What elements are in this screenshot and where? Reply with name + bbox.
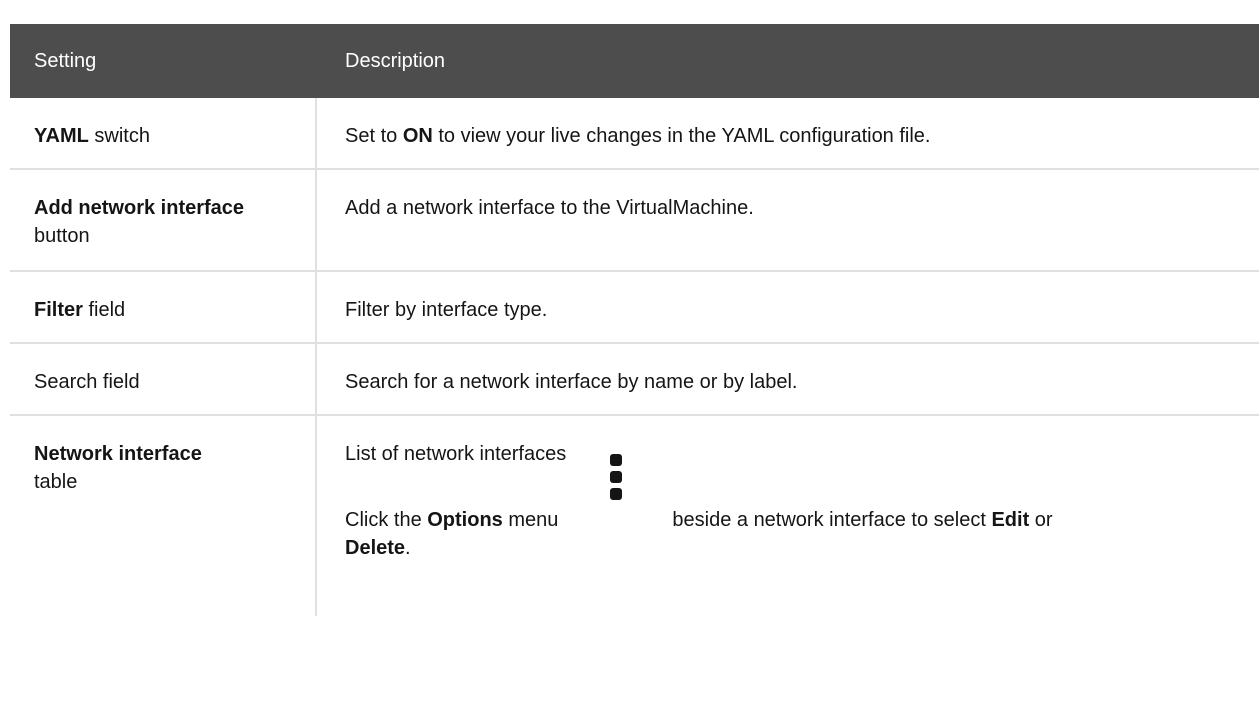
setting-suffix: switch [88,125,150,147]
setting-cell: Search field [10,344,317,414]
desc-text: . [405,537,411,559]
table-header: Setting Description [10,24,1259,98]
table-row: Search field Search for a network interf… [10,344,1259,416]
table-row: Add network interface button Add a netwo… [10,170,1259,272]
desc-line-start: Click the Options menu [345,506,558,534]
desc-text: beside a network interface to select [672,509,992,531]
setting-suffix: button [34,225,90,247]
description-cell: List of network interfaces Click the Opt… [317,416,1259,616]
desc-line-end: beside a network interface to select Edi… [672,506,1052,534]
setting-suffix: table [34,471,78,493]
setting-name: Network interface [34,443,202,465]
options-label: Options [427,509,503,531]
description-cell: Filter by interface type. [345,299,548,321]
desc-text: to view your live changes in the YAML co… [432,125,931,147]
setting-name: Filter [34,299,83,321]
description-cell: Search for a network interface by name o… [345,371,798,393]
description-cell: Add a network interface to the VirtualMa… [345,197,754,219]
header-setting: Setting [34,50,97,72]
delete-label: Delete [345,537,406,559]
setting-cell: Add network interface button [10,170,317,270]
description-cell: Set to ON to view your live changes in t… [317,98,1259,168]
desc-text: or [1029,509,1053,531]
setting-cell: Filter field [10,272,317,342]
setting-cell: YAML switch [10,98,317,168]
desc-text: Click the [345,509,428,531]
edit-label: Edit [991,509,1030,531]
table-row: Network interface table List of network … [10,416,1259,616]
kebab-icon [610,454,623,500]
header-description: Description [345,50,446,72]
settings-table: Setting Description YAML switch Set to O… [10,24,1259,616]
table-row: YAML switch Set to ON to view your live … [10,98,1259,170]
setting-name: Add network interface [34,197,245,219]
desc-text: Set to [345,125,403,147]
desc-text: menu [502,509,559,531]
setting-suffix: field [82,299,126,321]
setting-cell: Network interface table [10,416,317,616]
desc-line: List of network interfaces [345,443,567,465]
page: Setting Description YAML switch Set to O… [0,0,1259,711]
table-row: Filter field Filter by interface type. [10,272,1259,344]
desc-line: Click the Options menu beside a network … [345,454,1243,534]
setting-name: YAML [34,125,89,147]
desc-bold: ON [402,125,433,147]
desc-line: Delete. [345,534,1243,562]
